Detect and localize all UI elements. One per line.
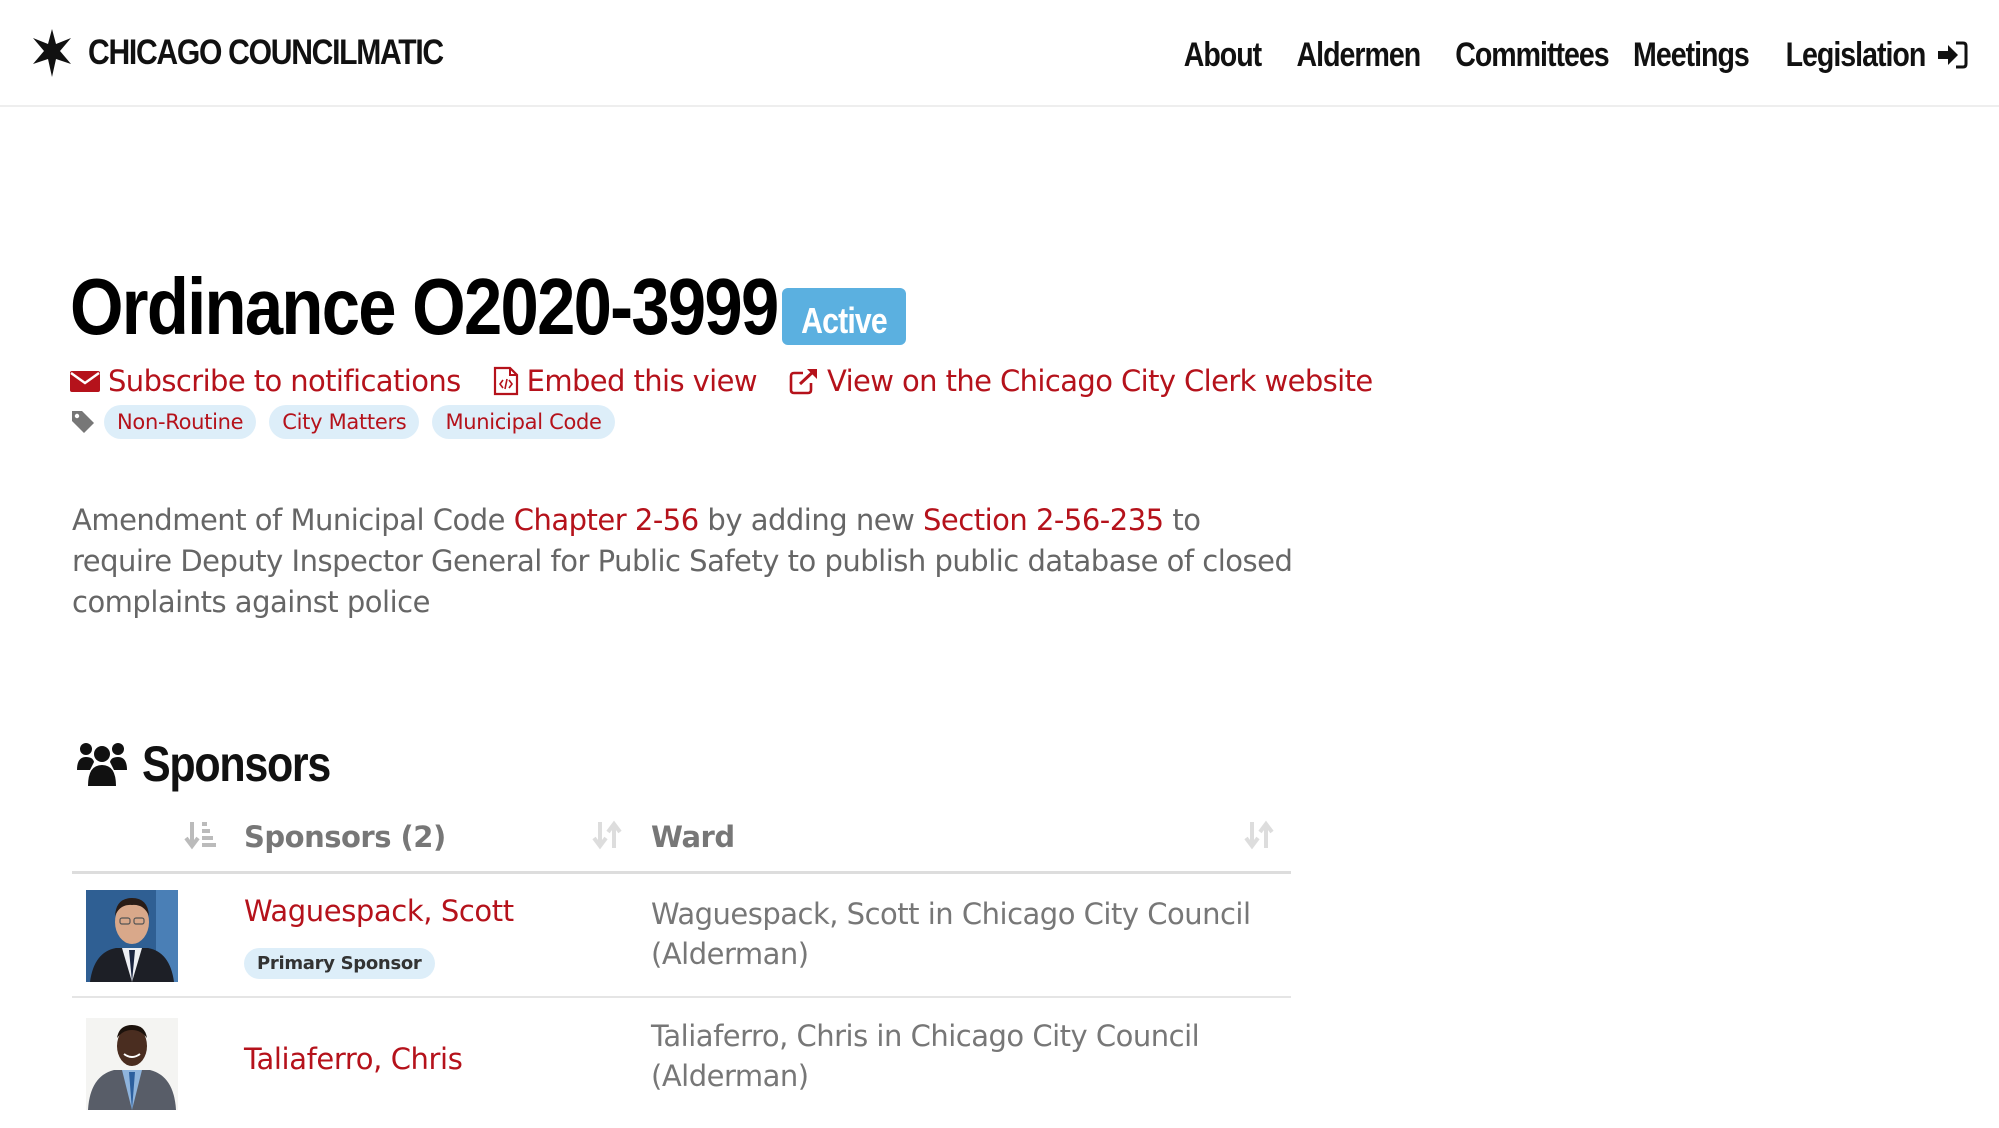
embed-label: Embed this view <box>526 364 758 398</box>
brand-link[interactable]: CHICAGO COUNCILMATIC <box>28 26 501 80</box>
sign-in-button[interactable] <box>1935 38 1969 72</box>
main-nav: About Aldermen Committees Meetings Legis… <box>1141 30 1969 80</box>
embed-link[interactable]: Embed this view <box>493 364 758 398</box>
navbar: CHICAGO COUNCILMATIC About Aldermen Comm… <box>0 0 1999 107</box>
description-text: by adding new <box>698 503 924 537</box>
sponsor-name-link[interactable]: Taliaferro, Chris <box>244 1042 463 1076</box>
tag-city-matters[interactable]: City Matters <box>269 405 420 439</box>
chapter-link[interactable]: Chapter 2-56 <box>514 503 699 537</box>
status-badge: Active <box>782 288 906 345</box>
nav-committees[interactable]: Committees <box>1456 36 1610 75</box>
sort-amount-asc-icon[interactable] <box>184 818 218 856</box>
brand-name: CHICAGO COUNCILMATIC <box>88 33 444 72</box>
nav-aldermen[interactable]: Aldermen <box>1297 36 1422 75</box>
users-icon <box>77 743 127 786</box>
sponsor-photo[interactable] <box>86 890 178 982</box>
sponsor-photo[interactable] <box>86 1018 178 1110</box>
file-code-icon <box>493 366 519 396</box>
city-clerk-label: View on the Chicago City Clerk website <box>827 364 1373 398</box>
external-link-icon <box>789 367 819 395</box>
sponsor-ward: Taliaferro, Chris in Chicago City Counci… <box>651 1019 1200 1093</box>
subscribe-link[interactable]: Subscribe to notifications <box>70 364 461 398</box>
nav-meetings[interactable]: Meetings <box>1633 36 1750 75</box>
tag-non-routine[interactable]: Non-Routine <box>104 405 257 439</box>
tag-municipal-code[interactable]: Municipal Code <box>432 405 615 439</box>
title-row: Ordinance O2020-3999 Active <box>70 262 906 352</box>
table-row: Waguespack, Scott Primary Sponsor Wagues… <box>72 874 1291 998</box>
table-header: Sponsors (2) Ward <box>72 810 1291 874</box>
tags-row: Non-Routine City Matters Municipal Code <box>70 404 628 440</box>
six-pointed-star-icon <box>33 29 71 77</box>
sponsors-heading-text: Sponsors <box>142 736 331 792</box>
nav-about[interactable]: About <box>1184 36 1262 75</box>
description-text: Amendment of Municipal Code <box>72 503 514 537</box>
primary-sponsor-badge: Primary Sponsor <box>244 948 435 979</box>
sort-icon[interactable] <box>1244 818 1274 856</box>
section-link[interactable]: Section 2-56-235 <box>923 503 1164 537</box>
tag-icon <box>70 409 96 435</box>
legislation-description: Amendment of Municipal Code Chapter 2-56… <box>72 500 1302 623</box>
sponsors-heading: Sponsors <box>76 735 361 793</box>
subscribe-label: Subscribe to notifications <box>108 364 461 398</box>
page-title: Ordinance O2020-3999 <box>70 262 779 351</box>
nav-legislation[interactable]: Legislation <box>1785 36 1926 75</box>
sponsor-name-link[interactable]: Waguespack, Scott <box>244 894 514 928</box>
sponsor-ward: Waguespack, Scott in Chicago City Counci… <box>651 897 1251 971</box>
action-links: Subscribe to notifications Embed this vi… <box>70 360 1405 402</box>
sponsors-table: Sponsors (2) Ward Waguespack, Scott Prim… <box>72 810 1291 1122</box>
sort-icon[interactable] <box>592 818 622 856</box>
table-row: Taliaferro, Chris Taliaferro, Chris in C… <box>72 998 1291 1122</box>
sponsors-column-header[interactable]: Sponsors (2) <box>244 820 446 854</box>
sign-in-icon <box>1938 41 1968 69</box>
ward-column-header[interactable]: Ward <box>651 820 735 854</box>
status-badge-label: Active <box>801 299 888 341</box>
envelope-icon <box>70 369 100 393</box>
city-clerk-link[interactable]: View on the Chicago City Clerk website <box>789 364 1373 398</box>
